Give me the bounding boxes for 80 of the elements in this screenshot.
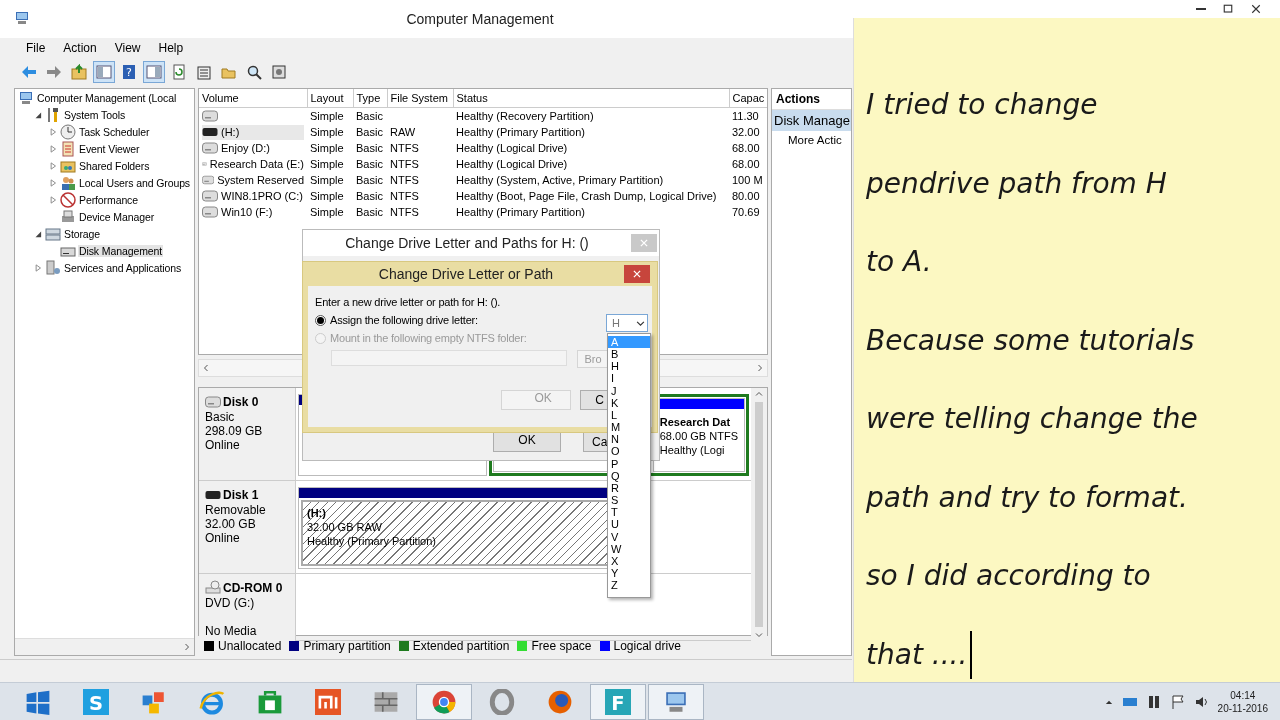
table-cell: 100 M [732,174,763,186]
clock-time: 04:14 [1230,689,1256,702]
disk-name: Disk 1 [223,488,259,502]
disk-name: Disk 0 [223,395,259,409]
table-cell: Healthy (Boot, Page File, Crash Dump, Logical Drive) [456,190,717,202]
table-cell: 32.00 [732,126,760,138]
table-cell: Win10 (F:) [221,206,273,218]
table-cell: 70.69 [732,206,760,218]
partition-name: Research Dat [659,415,731,429]
note-text: pendrive path from H [866,165,1167,202]
note-text: to A. [866,244,932,280]
table-cell: Basic [356,206,383,218]
table-cell: Basic [356,126,383,138]
window-title: Computer Management [405,11,555,27]
dialog-title: Change Drive Letter or Path [377,266,555,282]
table-cell: Basic [356,190,383,202]
note-text: path and try to format. [866,479,1188,516]
dialog-title: Change Drive Letter and Paths for H: () [344,235,590,251]
table-cell: Simple [310,110,344,122]
table-cell: Enjoy (D:) [221,142,270,154]
note-text: I tried to change [866,87,1098,123]
table-cell: Basic [356,174,383,186]
table-cell: Research Data (E:) [209,158,304,170]
skype-icon: S [83,689,109,715]
partition-detail: 68.00 GB NTFS [659,429,738,443]
table-cell: NTFS [390,206,419,218]
table-cell: Healthy (Primary Partition) [456,126,585,138]
table-cell: Healthy (System, Active, Primary Partition) [456,174,664,186]
table-cell: Simple [310,142,344,154]
table-cell: Basic [356,142,383,154]
legend-label: Free space [531,639,592,653]
table-cell: NTFS [390,142,419,154]
table-cell: 68.00 [732,158,760,170]
legend-label: Extended partition [412,639,510,653]
table-cell: Basic [356,158,383,170]
table-cell: RAW [390,126,416,138]
disk-name: CD-ROM 0 [223,581,283,595]
table-cell: NTFS [390,190,419,202]
radio-label: Assign the following drive letter: [330,314,478,326]
table-cell: 80.00 [732,190,760,202]
radio-label: Mount in the following empty NTFS folder: [330,332,527,344]
disk-status: Online [205,438,241,452]
table-cell: Basic [356,110,383,122]
table-cell: Simple [310,174,344,186]
disk-status: Online [205,531,241,545]
table-cell: Simple [310,206,344,218]
legend-label: Unallocated [218,639,282,653]
table-cell: Simple [310,190,344,202]
letter-tile-icon: F [605,689,631,715]
table-cell: Healthy (Logical Drive) [456,142,568,154]
table-cell: Healthy (Recovery Partition) [456,110,594,122]
legend-label: Logical drive [613,639,681,653]
disk-type: DVD (G:) [205,596,256,610]
table-cell: (H:) [221,126,240,138]
table-cell: Simple [310,126,344,138]
table-cell: 11.30 [732,110,759,122]
partition-name: (H:) [307,506,326,520]
table-cell: NTFS [390,174,419,186]
legend-label: Primary partition [303,639,391,653]
table-cell: Simple [310,158,344,170]
prompt-text: Enter a new drive letter or path for H: (). [315,296,502,308]
partition-detail: Healthy (Logi [659,443,725,457]
note-text: so I did according to [866,558,1151,594]
table-cell: Healthy (Logical Drive) [456,158,568,170]
disk-size: 32.00 GB [205,517,257,531]
partition-detail: 32.00 GB RAW [307,520,382,534]
clock-date: 20-11-2016 [1217,702,1268,715]
table-cell: System Reserved [217,174,304,186]
table-cell: NTFS [390,158,419,170]
disk-type: Basic [205,410,236,424]
disk-type: Removable [205,503,267,517]
note-text: were telling change the [866,401,1198,437]
note-text: that .... [866,636,968,673]
table-cell: 68.00 [732,142,760,154]
disk-size: 298.09 GB [205,424,264,438]
note-text: Because some tutorials [866,322,1195,359]
partition-detail: Healthy (Primary Partition) [307,534,436,548]
disk-status: No Media [205,624,258,638]
table-cell: WIN8.1PRO (C:) [221,190,303,202]
table-cell: Healthy (Primary Partition) [456,206,585,218]
